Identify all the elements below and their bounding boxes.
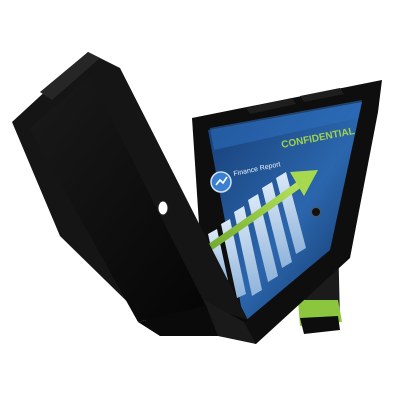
finance-app-icon [210,171,232,193]
home-button [311,207,321,217]
tablet-privacy-case-photo: Finance Report CONFIDENTIAL [12,52,382,344]
cover-hinge-hole [157,200,169,216]
